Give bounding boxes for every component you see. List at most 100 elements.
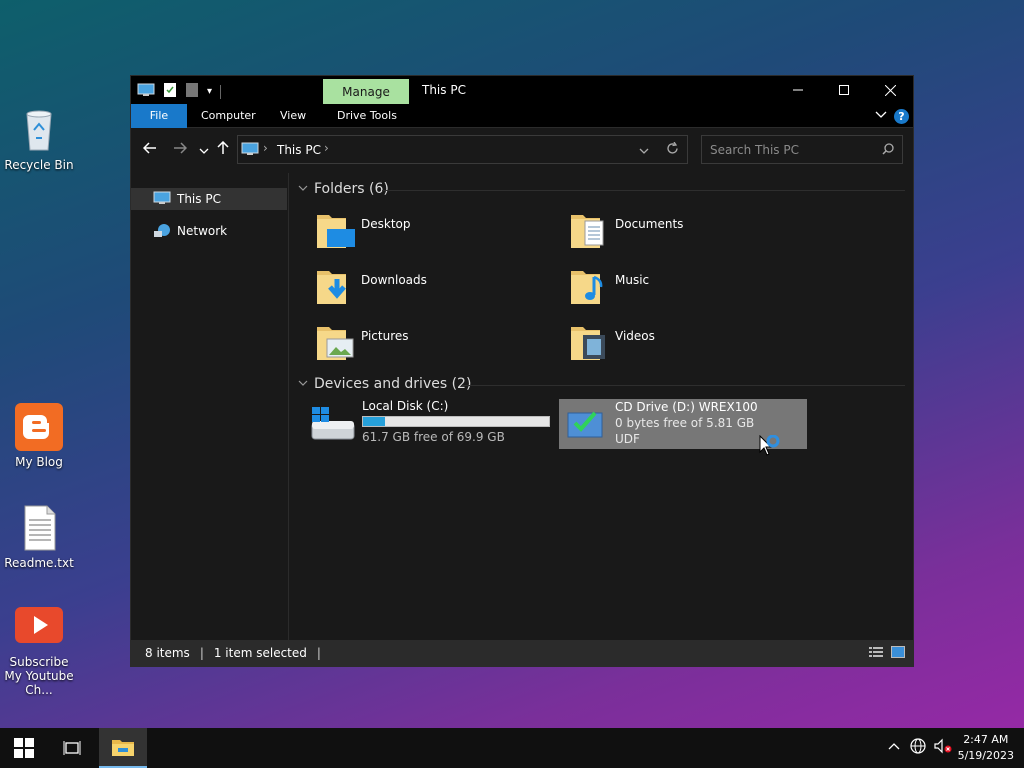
folder-videos[interactable]: Videos (569, 321, 809, 367)
status-separator: | (199, 646, 204, 660)
folder-pictures[interactable]: Pictures (315, 321, 555, 367)
volume-muted-icon[interactable] (934, 738, 952, 758)
start-button[interactable] (0, 728, 48, 768)
status-bar: 8 items | 1 item selected | (131, 640, 913, 666)
tab-manage[interactable]: Manage (323, 79, 409, 106)
ribbon-tabs: File Computer View Drive Tools ? (131, 104, 913, 128)
documents-folder-icon (569, 209, 611, 251)
recycle-bin-icon (15, 106, 63, 154)
tab-file[interactable]: File (131, 104, 187, 128)
drive-name: CD Drive (D:) WREX100 (615, 400, 758, 414)
folder-music[interactable]: Music (569, 265, 809, 311)
computer-icon (153, 191, 171, 207)
drive-name: Local Disk (C:) (362, 399, 449, 413)
collapse-chevron-icon[interactable] (298, 184, 308, 195)
recent-locations-button[interactable] (199, 144, 209, 160)
group-divider (462, 385, 905, 386)
desktop-icon-label: Recycle Bin (4, 158, 74, 172)
sidebar-item-label: This PC (177, 192, 221, 206)
task-view-button[interactable] (48, 728, 96, 768)
maximize-button[interactable] (821, 76, 867, 104)
sidebar-item-this-pc[interactable]: This PC (131, 188, 287, 210)
folder-name: Downloads (361, 273, 427, 287)
back-button[interactable] (142, 142, 157, 158)
minimize-button[interactable] (775, 76, 821, 104)
desktop-icon-youtube[interactable]: Subscribe My Youtube Ch... (0, 603, 79, 697)
windows-logo-icon (14, 738, 34, 758)
content-pane: Folders (6) Desktop Documents Downloads … (290, 173, 913, 642)
drive-free-space: 61.7 GB free of 69.9 GB (362, 430, 505, 444)
file-explorer-icon (112, 740, 134, 756)
refresh-icon[interactable] (666, 141, 679, 158)
drive-usage-bar (362, 416, 550, 427)
details-view-icon[interactable] (869, 646, 883, 661)
computer-icon (241, 142, 259, 159)
desktop-folder-icon (315, 209, 357, 251)
drives-group-title: Devices and drives (2) (314, 376, 472, 392)
busy-cursor-icon (759, 434, 785, 462)
clock-date: 5/19/2023 (957, 749, 1014, 762)
sidebar-item-network[interactable]: Network (131, 220, 287, 242)
taskbar-clock[interactable]: 2:47 AM 5/19/2023 (958, 732, 1014, 764)
desktop-icon-recycle-bin[interactable]: Recycle Bin (0, 106, 79, 172)
navigation-pane: This PC Network (131, 173, 289, 642)
up-button[interactable] (217, 140, 229, 159)
search-icon[interactable] (882, 143, 894, 158)
folder-name: Pictures (361, 329, 409, 343)
tab-computer[interactable]: Computer (189, 104, 268, 128)
search-input[interactable]: Search This PC (710, 143, 799, 157)
music-folder-icon (569, 265, 611, 307)
address-history-button[interactable] (639, 145, 649, 159)
pictures-folder-icon (315, 321, 357, 363)
clock-time: 2:47 AM (963, 733, 1009, 746)
tab-drive-tools[interactable]: Drive Tools (325, 104, 409, 128)
breadcrumb-separator: › (263, 141, 268, 155)
group-divider (382, 190, 905, 191)
taskbar-file-explorer[interactable] (99, 728, 147, 768)
address-bar[interactable]: › This PC › (237, 135, 688, 164)
folder-name: Videos (615, 329, 655, 343)
network-icon (153, 223, 171, 239)
cd-drive-icon (559, 399, 609, 449)
large-icons-view-icon[interactable] (891, 646, 905, 661)
expand-ribbon-icon[interactable] (875, 108, 887, 122)
breadcrumb-chevron[interactable]: › (324, 141, 329, 155)
qat-divider (220, 84, 222, 99)
drive-local-disk-c[interactable]: Local Disk (C:) 61.7 GB free of 69.9 GB (310, 399, 550, 451)
drive-usage-fill (363, 417, 386, 426)
close-button[interactable] (867, 76, 913, 104)
task-view-icon (63, 741, 81, 755)
new-folder-icon[interactable] (185, 82, 199, 101)
item-count: 8 items (145, 646, 190, 660)
network-globe-icon[interactable] (910, 738, 926, 758)
status-separator: | (316, 646, 321, 660)
folder-desktop[interactable]: Desktop (315, 209, 555, 255)
folders-group-header[interactable]: Folders (6) (298, 181, 389, 197)
tab-view[interactable]: View (268, 104, 318, 128)
drive-filesystem: UDF (615, 432, 640, 446)
folder-downloads[interactable]: Downloads (315, 265, 555, 311)
collapse-chevron-icon[interactable] (298, 379, 308, 390)
forward-button[interactable] (173, 142, 188, 158)
text-file-icon (15, 504, 63, 552)
folder-name: Documents (615, 217, 684, 231)
blogger-icon (15, 403, 63, 451)
selection-count: 1 item selected (213, 646, 307, 660)
customize-qat-icon[interactable]: ▾ (207, 86, 212, 97)
sidebar-item-label: Network (177, 224, 228, 238)
folder-name: Music (615, 273, 650, 287)
show-hidden-icons-icon[interactable] (888, 739, 900, 754)
desktop-icon-readme[interactable]: Readme.txt (0, 504, 79, 570)
drives-group-header[interactable]: Devices and drives (2) (298, 376, 471, 392)
desktop-icon-my-blog[interactable]: My Blog (0, 403, 79, 469)
computer-icon[interactable] (137, 83, 155, 100)
properties-icon[interactable] (163, 82, 177, 101)
breadcrumb-this-pc[interactable]: This PC (277, 143, 321, 157)
desktop-icon-label: Readme.txt (4, 556, 74, 570)
folder-documents[interactable]: Documents (569, 209, 809, 255)
window-title: This PC (422, 83, 466, 97)
help-button[interactable]: ? (894, 109, 909, 124)
file-explorer-window: ▾ Manage This PC File Computer View Driv… (130, 75, 914, 667)
quick-access-toolbar: ▾ (137, 82, 222, 101)
search-box[interactable]: Search This PC (701, 135, 903, 164)
